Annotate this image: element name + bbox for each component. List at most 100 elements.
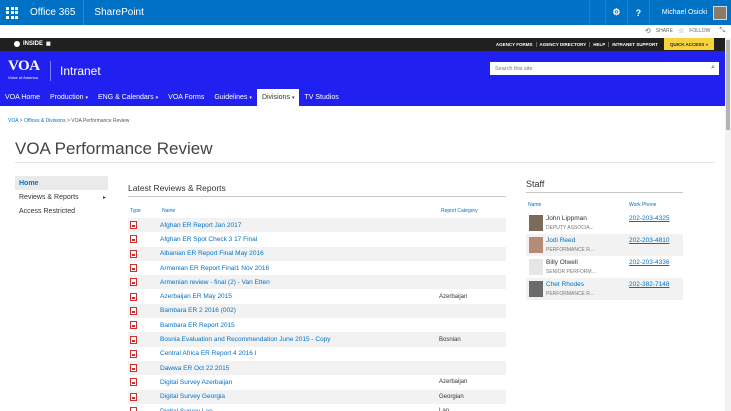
- inside-link[interactable]: INSIDE ▦: [14, 41, 51, 47]
- report-name-link[interactable]: Armenian review - final (2) - Van Etten: [160, 279, 439, 286]
- table-row: Dawwa ER Oct 22 2015: [128, 360, 506, 376]
- report-name-link[interactable]: Armenian ER Report Final1 Nov 2016: [160, 265, 439, 272]
- quick-launch-home[interactable]: Home: [15, 176, 108, 190]
- agency-directory-link[interactable]: AGENCY DIRECTORY: [535, 42, 590, 47]
- logo-separator: [50, 61, 51, 81]
- pdf-file-icon[interactable]: [130, 321, 137, 330]
- help-link[interactable]: HELP: [589, 42, 608, 47]
- nav-item-voa-forms[interactable]: VOA Forms: [163, 89, 209, 106]
- user-avatar[interactable]: [713, 5, 727, 20]
- report-name-link[interactable]: Bambara ER 2 2016 (002): [160, 307, 439, 314]
- user-name[interactable]: Michael Osicki: [648, 0, 713, 25]
- nav-item-voa-home[interactable]: VOA Home: [0, 89, 45, 106]
- pdf-file-icon[interactable]: [130, 306, 137, 315]
- pdf-file-icon[interactable]: [130, 349, 137, 358]
- breadcrumb-offices-divisions[interactable]: Offices & Divisions: [24, 118, 66, 124]
- pdf-file-icon[interactable]: [130, 249, 137, 258]
- gear-icon[interactable]: ⚙: [604, 0, 627, 25]
- staff-work-phone[interactable]: 202-203-4336: [629, 256, 669, 278]
- search-icon[interactable]: ⌕: [711, 64, 715, 72]
- quick-launch-reviews-reports[interactable]: Reviews & Reports ▸: [15, 190, 108, 204]
- report-name-link[interactable]: Bosnia Evaluation and Recommendation Jun…: [160, 336, 439, 343]
- column-header-work-phone[interactable]: Work Phone: [629, 202, 656, 212]
- report-name-link[interactable]: Dawwa ER Oct 22 2015: [160, 365, 439, 372]
- report-name-link[interactable]: Central Africa ER Report 4 2016 I: [160, 350, 439, 357]
- scrollbar-thumb[interactable]: [726, 40, 730, 130]
- chevron-down-icon[interactable]: ▾: [85, 95, 88, 101]
- table-row: Armenian review - final (2) - Van Etten: [128, 275, 506, 290]
- bell-icon[interactable]: [588, 0, 605, 25]
- app-launcher-icon[interactable]: [0, 0, 24, 25]
- report-name-link[interactable]: Afghan ER Spot Check 3 17 Final: [160, 236, 439, 243]
- pdf-file-icon[interactable]: [130, 378, 137, 387]
- site-title[interactable]: Intranet: [60, 64, 101, 78]
- staff-name[interactable]: Chet Rhodes: [546, 281, 629, 288]
- column-header-category[interactable]: Report Category: [441, 208, 506, 214]
- quick-launch-access-restricted[interactable]: Access Restricted: [15, 204, 108, 218]
- share-button[interactable]: SHARE: [656, 28, 673, 34]
- report-name-link[interactable]: Afghan ER Report Jan 2017: [160, 222, 439, 229]
- focus-icon[interactable]: ⤡: [719, 27, 725, 35]
- agency-forms-link[interactable]: AGENCY FORMS: [493, 42, 536, 47]
- help-icon[interactable]: ?: [626, 0, 649, 25]
- staff-job-title: PERFORMANCE R...: [546, 247, 595, 253]
- pdf-file-icon[interactable]: [130, 364, 137, 373]
- staff-name[interactable]: Billy Otwell: [546, 259, 629, 266]
- type-cell: [128, 235, 160, 244]
- column-header-staff-name[interactable]: Name: [526, 202, 629, 212]
- pdf-file-icon[interactable]: [130, 292, 137, 301]
- staff-work-phone[interactable]: 202-382-7148: [629, 278, 669, 300]
- pdf-file-icon[interactable]: [130, 335, 137, 344]
- nav-item-eng-calendars[interactable]: ENG & Calendars ▾: [93, 89, 163, 106]
- chevron-down-icon[interactable]: ▾: [292, 95, 295, 101]
- staff-photo[interactable]: [529, 259, 543, 275]
- nav-item-production[interactable]: Production ▾: [45, 89, 93, 106]
- search-input[interactable]: Search this site ⌕: [490, 62, 719, 75]
- pdf-file-icon[interactable]: [130, 264, 137, 273]
- column-header-name[interactable]: Name: [162, 208, 441, 214]
- column-header-type[interactable]: Type: [130, 208, 162, 214]
- type-cell: [128, 292, 160, 301]
- staff-name[interactable]: John Lippman: [546, 215, 629, 222]
- follow-button[interactable]: FOLLOW: [689, 28, 710, 34]
- reviews-title: Latest Reviews & Reports: [128, 183, 506, 197]
- nav-item-tv-studios[interactable]: TV Studios: [299, 89, 343, 106]
- quick-access-button[interactable]: QUICK ACCESS »: [664, 38, 714, 50]
- nav-item-divisions[interactable]: Divisions ▾: [256, 89, 300, 106]
- breadcrumb-separator: >: [19, 118, 23, 124]
- chevron-down-icon[interactable]: ▾: [156, 95, 159, 101]
- staff-photo[interactable]: [529, 237, 543, 253]
- pdf-file-icon[interactable]: [130, 235, 137, 244]
- nav-item-guidelines[interactable]: Guidelines ▾: [209, 89, 257, 106]
- logo-text: VOA: [8, 58, 40, 74]
- breadcrumb-voa[interactable]: VOA: [8, 118, 18, 124]
- pdf-file-icon[interactable]: [130, 278, 137, 287]
- nav-item-label: Guidelines: [214, 94, 248, 101]
- table-row: Bambara ER Report 2015: [128, 318, 506, 332]
- report-name-link[interactable]: Albanian ER Report Final May 2016: [160, 250, 439, 257]
- pdf-file-icon[interactable]: [130, 221, 137, 230]
- report-name-link[interactable]: Digital Survey Lao: [160, 408, 439, 411]
- staff-work-phone[interactable]: 202-203-4325: [629, 212, 669, 234]
- intranet-support-link[interactable]: INTRANET SUPPORT: [608, 42, 661, 47]
- report-name-link[interactable]: Azerbaijan ER May 2015: [160, 293, 439, 300]
- share-icon[interactable]: ⟲: [645, 27, 651, 35]
- report-name-link[interactable]: Digital Survey Azerbaijan: [160, 379, 439, 386]
- staff-photo[interactable]: [529, 281, 543, 297]
- chevron-down-icon[interactable]: ▾: [249, 95, 252, 101]
- pdf-file-icon[interactable]: [130, 407, 137, 411]
- office365-brand[interactable]: Office 365: [24, 7, 83, 18]
- sharepoint-app-title[interactable]: SharePoint: [84, 7, 143, 18]
- staff-photo[interactable]: [529, 215, 543, 231]
- report-name-link[interactable]: Bambara ER Report 2015: [160, 322, 439, 329]
- report-name-link[interactable]: Digital Survey Georgia: [160, 393, 439, 400]
- staff-work-phone[interactable]: 202-203-4810: [629, 234, 669, 256]
- voa-logo[interactable]: VOA Voice of America: [8, 59, 46, 84]
- page-scrollbar[interactable]: [725, 38, 731, 411]
- table-row: Bambara ER 2 2016 (002): [128, 303, 506, 319]
- chevron-right-icon[interactable]: ▸: [103, 194, 106, 201]
- star-icon[interactable]: ☆: [678, 27, 684, 35]
- staff-name[interactable]: Jodi Reed: [546, 237, 629, 244]
- nav-item-label: Divisions: [261, 94, 290, 101]
- pdf-file-icon[interactable]: [130, 392, 137, 401]
